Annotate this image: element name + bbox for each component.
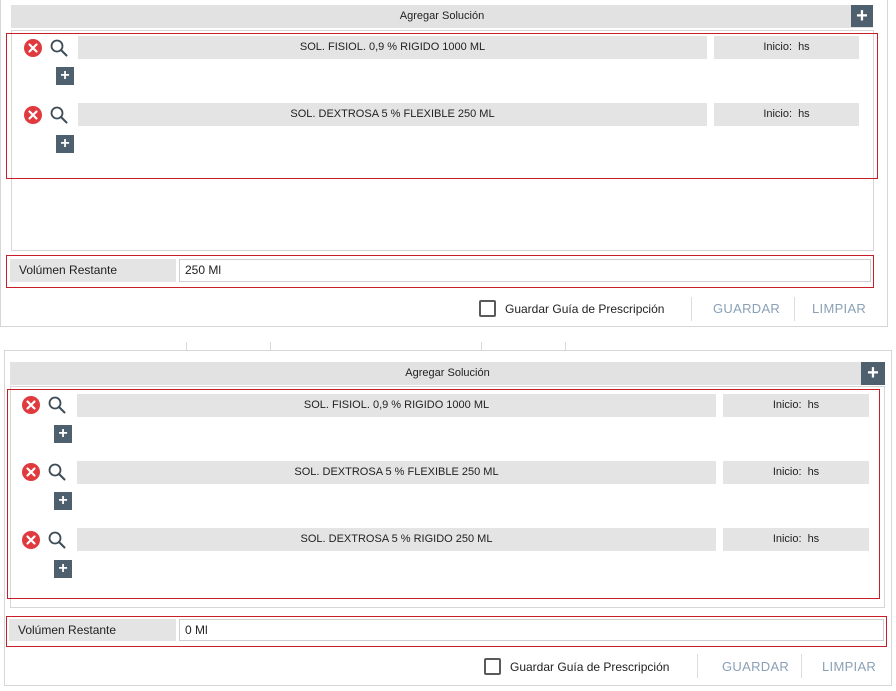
clear-button[interactable]: LIMPIAR: [822, 658, 876, 676]
solution-name: SOL. FISIOL. 0,9 % RIGIDO 1000 ML: [78, 36, 707, 59]
remove-circle-icon[interactable]: [24, 39, 42, 57]
search-icon[interactable]: [49, 105, 69, 125]
volume-remaining-value: 0 Ml: [179, 619, 884, 641]
volume-label-text: Volúmen Restante: [19, 263, 118, 277]
solution-name: SOL. DEXTROSA 5 % RIGIDO 250 ML: [77, 528, 716, 551]
start-time-label: Inicio:: [772, 399, 802, 411]
volume-remaining-label: Volúmen Restante: [9, 619, 176, 641]
start-time-unit: hs: [807, 466, 820, 478]
volume-label-text: Volúmen Restante: [18, 623, 117, 637]
add-component-button[interactable]: +: [54, 560, 72, 578]
start-time-label: Inicio:: [763, 108, 793, 120]
volume-value-text: 250 Ml: [185, 263, 222, 277]
add-solution-button[interactable]: +: [851, 5, 873, 27]
plus-icon: +: [856, 5, 868, 27]
add-component-button[interactable]: +: [54, 425, 72, 443]
add-solution-button[interactable]: +: [861, 362, 885, 385]
start-time-unit: hs: [798, 108, 810, 120]
remove-circle-icon[interactable]: [22, 531, 40, 549]
add-solution-header: Agregar Solución: [11, 5, 873, 28]
save-guide-label: Guardar Guía de Prescripción: [505, 302, 665, 316]
save-guide-checkbox[interactable]: [484, 658, 501, 675]
clear-button[interactable]: LIMPIAR: [812, 300, 866, 318]
solution-name: SOL. DEXTROSA 5 % FLEXIBLE 250 ML: [78, 103, 707, 126]
search-icon[interactable]: [49, 38, 69, 58]
remove-circle-icon[interactable]: [22, 396, 40, 414]
divider: [697, 654, 698, 678]
divider: [691, 297, 692, 321]
plus-icon: +: [867, 362, 879, 384]
start-time-label: Inicio:: [772, 466, 802, 478]
plus-icon: +: [60, 135, 70, 152]
start-time-label: Inicio:: [763, 41, 793, 53]
solutions-highlight: [7, 389, 880, 599]
save-guide-label: Guardar Guía de Prescripción: [510, 660, 670, 674]
divider: [801, 654, 802, 678]
save-button[interactable]: GUARDAR: [722, 658, 789, 676]
start-time-field[interactable]: Inicio: hs: [714, 103, 859, 126]
header-title: Agregar Solución: [405, 367, 490, 379]
plus-icon: +: [58, 560, 68, 577]
start-time-unit: hs: [798, 41, 810, 53]
solution-name-text: SOL. FISIOL. 0,9 % RIGIDO 1000 ML: [299, 41, 486, 53]
solution-name-text: SOL. FISIOL. 0,9 % RIGIDO 1000 ML: [303, 399, 490, 411]
start-time-field[interactable]: Inicio: hs: [714, 36, 859, 59]
search-icon[interactable]: [47, 395, 67, 415]
search-icon[interactable]: [47, 462, 67, 482]
start-time-field[interactable]: Inicio: hs: [723, 528, 869, 551]
remove-circle-icon[interactable]: [22, 463, 40, 481]
divider: [794, 297, 795, 321]
start-time-label: Inicio:: [772, 533, 802, 545]
add-component-button[interactable]: +: [56, 67, 74, 85]
volume-remaining-label: Volúmen Restante: [10, 259, 176, 282]
plus-icon: +: [58, 492, 68, 509]
volume-value-text: 0 Ml: [185, 623, 208, 637]
save-guide-checkbox[interactable]: [479, 300, 496, 317]
header-title: Agregar Solución: [399, 10, 485, 22]
start-time-field[interactable]: Inicio: hs: [723, 394, 869, 417]
start-time-field[interactable]: Inicio: hs: [723, 461, 869, 484]
solution-name-text: SOL. DEXTROSA 5 % RIGIDO 250 ML: [300, 533, 493, 545]
save-button[interactable]: GUARDAR: [713, 300, 780, 318]
plus-icon: +: [58, 425, 68, 442]
solution-name-text: SOL. DEXTROSA 5 % FLEXIBLE 250 ML: [290, 108, 495, 120]
volume-remaining-value: 250 Ml: [179, 259, 871, 282]
solution-name: SOL. DEXTROSA 5 % FLEXIBLE 250 ML: [77, 461, 716, 484]
remove-circle-icon[interactable]: [24, 106, 42, 124]
solution-name: SOL. FISIOL. 0,9 % RIGIDO 1000 ML: [77, 394, 716, 417]
start-time-unit: hs: [807, 533, 820, 545]
add-solution-header: Agregar Solución: [10, 362, 885, 385]
plus-icon: +: [60, 67, 70, 84]
add-component-button[interactable]: +: [54, 492, 72, 510]
solution-name-text: SOL. DEXTROSA 5 % FLEXIBLE 250 ML: [294, 466, 499, 478]
search-icon[interactable]: [47, 530, 67, 550]
add-component-button[interactable]: +: [56, 135, 74, 153]
start-time-unit: hs: [807, 399, 820, 411]
